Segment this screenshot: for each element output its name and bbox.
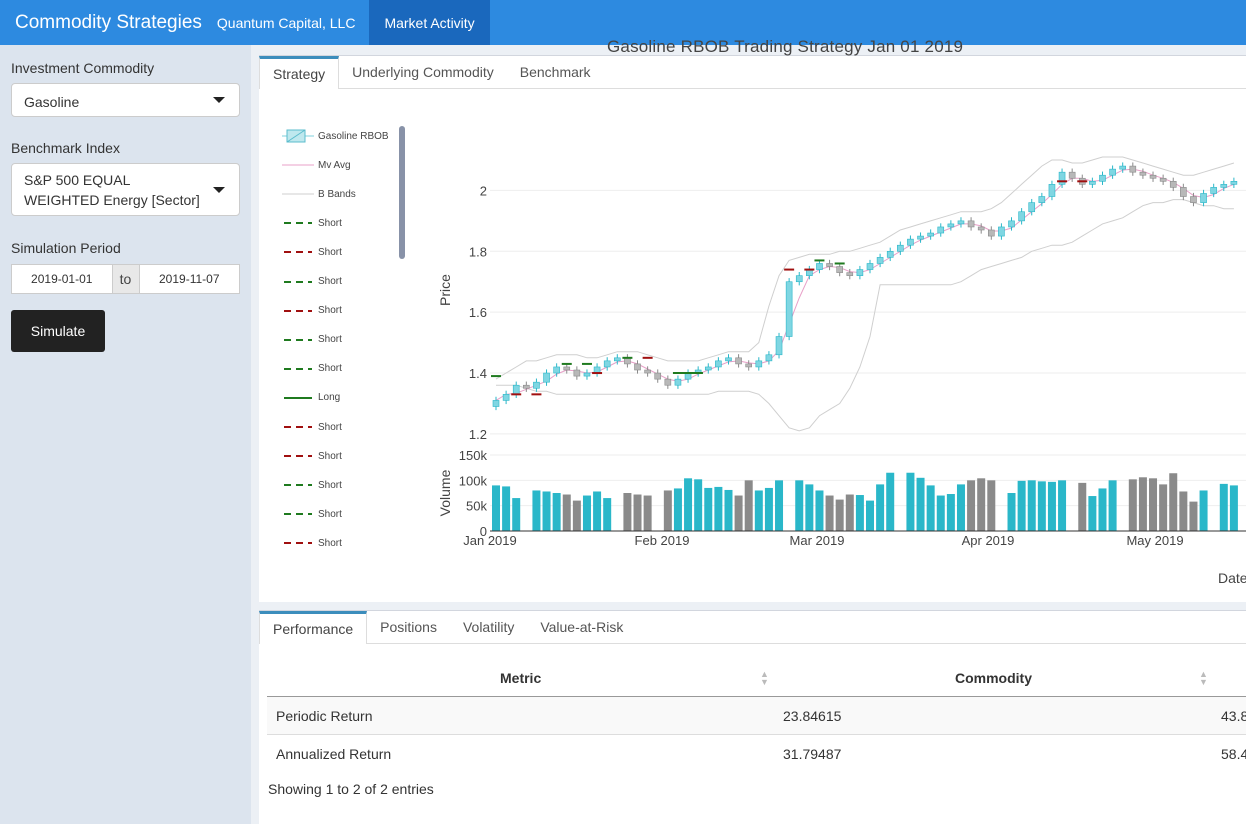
sidebar: Investment Commodity Gasoline Benchmark …: [0, 45, 251, 824]
legend-item[interactable]: Mv Avg: [282, 156, 402, 174]
legend-label: Short: [318, 305, 342, 317]
table-cell: 23.84615: [783, 708, 842, 724]
end-date-input[interactable]: 2019-11-07: [138, 264, 240, 294]
legend-label: Short: [318, 537, 342, 549]
date-range: 2019-01-01 to 2019-11-07: [11, 264, 240, 294]
legend-swatch-icon: [282, 360, 314, 378]
company-name: Quantum Capital, LLC: [216, 14, 356, 31]
legend-swatch-icon: [282, 156, 314, 174]
legend-swatch-icon: [282, 418, 314, 436]
legend-label: Short: [318, 479, 342, 491]
nav-market-activity[interactable]: Market Activity: [369, 0, 490, 45]
benchmark-label: Benchmark Index: [11, 140, 120, 156]
table-cell: 58.4: [1221, 746, 1246, 762]
legend-scrollbar[interactable]: [399, 126, 405, 259]
chart-panel: Strategy Underlying Commodity Benchmark: [259, 55, 1246, 602]
simulate-button[interactable]: Simulate: [11, 310, 105, 352]
legend-label: Short: [318, 217, 342, 229]
legend-label: Short: [318, 363, 342, 375]
legend-swatch-icon: [282, 447, 314, 465]
legend-item[interactable]: Short: [282, 331, 402, 349]
legend-label: Gasoline RBOB: [318, 130, 389, 142]
chart-legend: Gasoline RBOB Mv Avg B Bands Short Short Shor…: [282, 122, 407, 552]
commodity-select-value: Gasoline: [24, 94, 80, 110]
legend-swatch-icon: [282, 127, 314, 145]
table-tabs: Performance Positions Volatility Value-a…: [259, 611, 1246, 644]
legend-item[interactable]: Short: [282, 302, 402, 320]
column-header-commodity[interactable]: Commodity: [955, 670, 1032, 686]
app-brand[interactable]: Commodity Strategies: [0, 0, 217, 45]
benchmark-select[interactable]: S&P 500 EQUAL WEIGHTED Energy [Sector]: [11, 163, 240, 216]
legend-item[interactable]: Short: [282, 534, 402, 552]
legend-swatch-icon: [282, 185, 314, 203]
benchmark-select-value: S&P 500 EQUAL WEIGHTED Energy [Sector]: [24, 172, 200, 208]
legend-label: Mv Avg: [318, 159, 351, 171]
legend-item[interactable]: Short: [282, 243, 402, 261]
legend-item[interactable]: Short: [282, 476, 402, 494]
legend-label: Short: [318, 421, 342, 433]
legend-label: Long: [318, 392, 341, 404]
column-header-metric[interactable]: Metric: [500, 670, 541, 686]
tab-volatility[interactable]: Volatility: [450, 611, 527, 643]
legend-label: Short: [318, 246, 342, 258]
commodity-label: Investment Commodity: [11, 60, 155, 76]
legend-item[interactable]: Short: [282, 505, 402, 523]
legend-label: Short: [318, 450, 342, 462]
legend-swatch-icon: [282, 214, 314, 232]
tab-benchmark[interactable]: Benchmark: [507, 56, 604, 88]
tab-positions[interactable]: Positions: [367, 611, 450, 643]
table-cell: Periodic Return: [276, 708, 373, 724]
legend-label: Short: [318, 508, 342, 520]
legend-label: B Bands: [318, 188, 356, 200]
legend-swatch-icon: [282, 331, 314, 349]
table-header: Metric ▲ ▼ Commodity ▲ ▼: [267, 660, 1246, 697]
tab-strategy[interactable]: Strategy: [259, 56, 340, 89]
legend-swatch-icon: [282, 302, 314, 320]
table-row: Annualized Return 31.79487 58.4: [267, 735, 1246, 773]
legend-label: Short: [318, 276, 342, 287]
legend-item[interactable]: Gasoline RBOB: [282, 127, 402, 145]
legend-item[interactable]: Short: [282, 273, 402, 291]
chart-title: Gasoline RBOB Trading Strategy Jan 01 20…: [607, 37, 964, 56]
performance-table: Metric ▲ ▼ Commodity ▲ ▼ Periodic Return 2…: [267, 660, 1246, 773]
legend-swatch-icon: [282, 273, 314, 291]
legend-item[interactable]: Short: [282, 214, 402, 232]
sort-icon[interactable]: ▲ ▼: [760, 670, 769, 687]
table-row: Periodic Return 23.84615 43.8: [267, 697, 1246, 735]
commodity-select[interactable]: Gasoline: [11, 83, 240, 117]
legend-swatch-icon: [282, 389, 314, 407]
legend-item[interactable]: B Bands: [282, 185, 402, 203]
legend-swatch-icon: [282, 243, 314, 261]
date-range-separator: to: [112, 264, 139, 294]
chevron-down-icon: [213, 186, 225, 193]
chart-tabs: Strategy Underlying Commodity Benchmark: [259, 56, 1246, 89]
table-cell: 31.79487: [783, 746, 842, 762]
legend-item[interactable]: Long: [282, 389, 402, 407]
legend-label: Short: [318, 334, 342, 346]
table-info: Showing 1 to 2 of 2 entries: [268, 781, 434, 797]
start-date-input[interactable]: 2019-01-01: [11, 264, 113, 294]
legend-swatch-icon: [282, 476, 314, 494]
tab-underlying-commodity[interactable]: Underlying Commodity: [339, 56, 507, 88]
legend-item[interactable]: Short: [282, 418, 402, 436]
sort-icon[interactable]: ▲ ▼: [1199, 670, 1208, 687]
period-label: Simulation Period: [11, 240, 121, 256]
tab-value-at-risk[interactable]: Value-at-Risk: [527, 611, 636, 643]
table-cell: 43.8: [1221, 708, 1246, 724]
table-cell: Annualized Return: [276, 746, 392, 762]
legend-item[interactable]: Short: [282, 447, 402, 465]
legend-swatch-icon: [282, 534, 314, 552]
chevron-down-icon: [213, 97, 225, 103]
tab-performance[interactable]: Performance: [259, 611, 368, 644]
legend-swatch-icon: [282, 505, 314, 523]
legend-item[interactable]: Short: [282, 360, 402, 378]
